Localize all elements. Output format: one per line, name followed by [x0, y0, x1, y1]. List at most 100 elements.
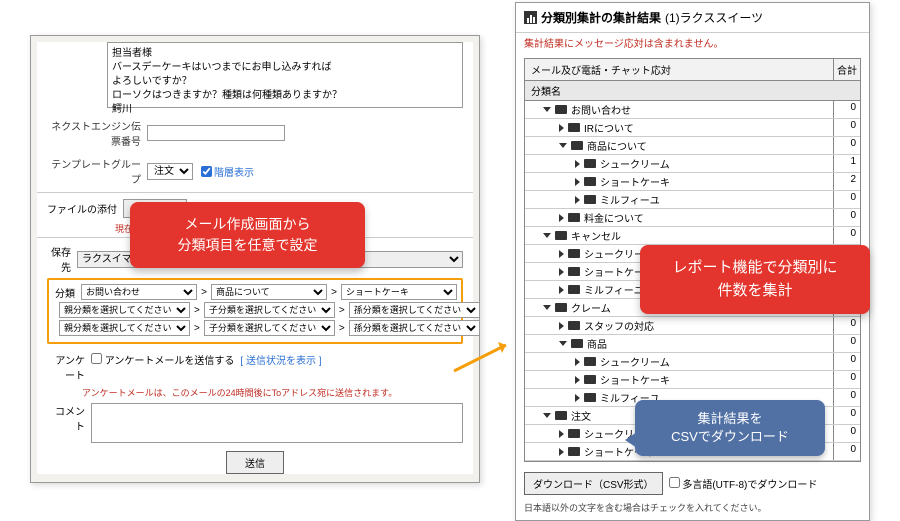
class-3-1[interactable]: 親分類を選択してください: [59, 320, 190, 336]
class-1-2[interactable]: 商品について: [211, 284, 327, 300]
expand-icon[interactable]: [559, 124, 564, 132]
callout-report: レポート機能で分類別に 件数を集計: [640, 245, 870, 314]
ne-order-input[interactable]: [147, 125, 285, 141]
class-2-3[interactable]: 孫分類を選択してください: [349, 302, 480, 318]
tree-row[interactable]: ショートケーキ0: [525, 371, 860, 389]
message-body[interactable]: 担当者様 バースデーケーキはいつまでにお申し込みすれば よろしいですか？ ローソ…: [107, 42, 463, 108]
expand-icon[interactable]: [559, 322, 564, 330]
tree-count: 2: [834, 173, 860, 190]
tree-count: 0: [834, 227, 860, 244]
template-group-select[interactable]: 注文: [147, 163, 193, 180]
tree-row[interactable]: スタッフの対応0: [525, 317, 860, 335]
class-label: 分類: [53, 285, 77, 300]
tree-count: 1: [834, 155, 860, 172]
expand-icon[interactable]: [559, 268, 564, 276]
comment-input[interactable]: [91, 403, 463, 443]
comment-label: コメント: [47, 403, 85, 433]
tree-label: 料金について: [584, 210, 644, 225]
tree-row[interactable]: IRについて0: [525, 119, 860, 137]
folder-icon: [555, 411, 567, 420]
class-3-2[interactable]: 子分類を選択してください: [204, 320, 335, 336]
expand-icon[interactable]: [559, 448, 564, 456]
expand-icon[interactable]: [575, 196, 580, 204]
tree-label: 注文: [571, 408, 591, 423]
folder-icon: [584, 393, 596, 402]
survey-check-wrap[interactable]: アンケートメールを送信する: [91, 352, 234, 367]
expand-icon[interactable]: [543, 305, 551, 310]
tree-label: キャンセル: [571, 228, 621, 243]
expand-icon[interactable]: [559, 286, 564, 294]
tree-row[interactable]: キャンセル 0: [525, 227, 860, 245]
ne-order-label: ネクストエンジン伝票番号: [47, 118, 147, 148]
expand-icon[interactable]: [559, 250, 564, 258]
tree-row[interactable]: 商品0: [525, 335, 860, 353]
tree-label: ショートケーキ: [600, 372, 670, 387]
chart-icon: [524, 11, 537, 24]
arrow-icon: [450, 335, 520, 375]
survey-label: アンケート: [47, 352, 85, 382]
expand-icon[interactable]: [559, 341, 567, 346]
report-title: 分類別集計の集計結果: [541, 9, 661, 26]
folder-icon: [584, 159, 596, 168]
tree-label: シュークリーム: [600, 354, 670, 369]
msg-line: バースデーケーキはいつまでにお申し込みすれば: [112, 61, 458, 75]
tree-count: 0: [834, 101, 860, 118]
survey-status-link[interactable]: [ 送信状況を表示 ]: [240, 352, 321, 367]
folder-icon: [568, 123, 580, 132]
tree-count: 0: [834, 353, 860, 370]
class-1-3[interactable]: ショートケーキ: [341, 284, 457, 300]
expand-icon[interactable]: [559, 214, 564, 222]
report-note: 集計結果にメッセージ応対は含まれません。: [516, 33, 869, 54]
tree-count: 0: [834, 335, 860, 352]
store-label: 保存先: [47, 244, 77, 274]
folder-icon: [555, 303, 567, 312]
survey-checkbox[interactable]: [91, 353, 102, 364]
submit-button[interactable]: 送信: [226, 451, 284, 474]
expand-icon[interactable]: [559, 430, 564, 438]
callout-classification: メール作成画面から 分類項目を任意で設定: [130, 202, 365, 268]
hierarchy-checkbox[interactable]: [201, 166, 212, 177]
utf8-checkbox[interactable]: [669, 477, 680, 488]
expand-icon[interactable]: [575, 376, 580, 384]
tree-count: 0: [834, 407, 860, 424]
folder-icon: [568, 429, 580, 438]
tree-count: 0: [834, 443, 860, 460]
folder-icon: [584, 195, 596, 204]
survey-note: アンケートメールは、このメールの24時間後にToアドレス宛に送信されます。: [37, 386, 473, 399]
tree-label: ショートケーキ: [600, 174, 670, 189]
class-3-3[interactable]: 孫分類を選択してください: [349, 320, 480, 336]
utf8-check-wrap[interactable]: 多言語(UTF-8)でダウンロード: [669, 476, 818, 491]
tree-count: 0: [834, 137, 860, 154]
tree-count: 0: [834, 317, 860, 334]
callout-csv: 集計結果を CSVでダウンロード: [635, 400, 825, 456]
tree-row[interactable]: ショートケーキ 2: [525, 173, 860, 191]
expand-icon[interactable]: [543, 413, 551, 418]
tree-label: シュークリーム: [600, 156, 670, 171]
sub-head: 分類名: [525, 81, 860, 101]
hierarchy-label: 階層表示: [214, 164, 254, 179]
tree-row[interactable]: シュークリーム 0: [525, 353, 860, 371]
tree-row[interactable]: 商品について0: [525, 137, 860, 155]
expand-icon[interactable]: [575, 394, 580, 402]
folder-icon: [568, 447, 580, 456]
tree-label: ミルフィーユ: [584, 282, 644, 297]
expand-icon[interactable]: [575, 160, 580, 168]
msg-line: 担当者様: [112, 47, 458, 61]
hierarchy-checkbox-wrap[interactable]: 階層表示: [201, 164, 254, 179]
class-2-2[interactable]: 子分類を選択してください: [204, 302, 335, 318]
class-1-1[interactable]: お問い合わせ: [81, 284, 197, 300]
expand-icon[interactable]: [543, 233, 551, 238]
tree-row[interactable]: ミルフィーユ0: [525, 191, 860, 209]
download-note: 日本語以外の文字を含む場合はチェックを入れてください。: [516, 501, 869, 520]
folder-icon: [584, 357, 596, 366]
tree-count: 0: [834, 209, 860, 226]
tree-row[interactable]: お問い合わせ0: [525, 101, 860, 119]
class-2-1[interactable]: 親分類を選択してください: [59, 302, 190, 318]
download-csv-button[interactable]: ダウンロード（CSV形式）: [524, 472, 663, 495]
expand-icon[interactable]: [575, 178, 580, 186]
expand-icon[interactable]: [575, 358, 580, 366]
expand-icon[interactable]: [559, 143, 567, 148]
tree-row[interactable]: 料金について 0: [525, 209, 860, 227]
tree-row[interactable]: シュークリーム 1: [525, 155, 860, 173]
expand-icon[interactable]: [543, 107, 551, 112]
